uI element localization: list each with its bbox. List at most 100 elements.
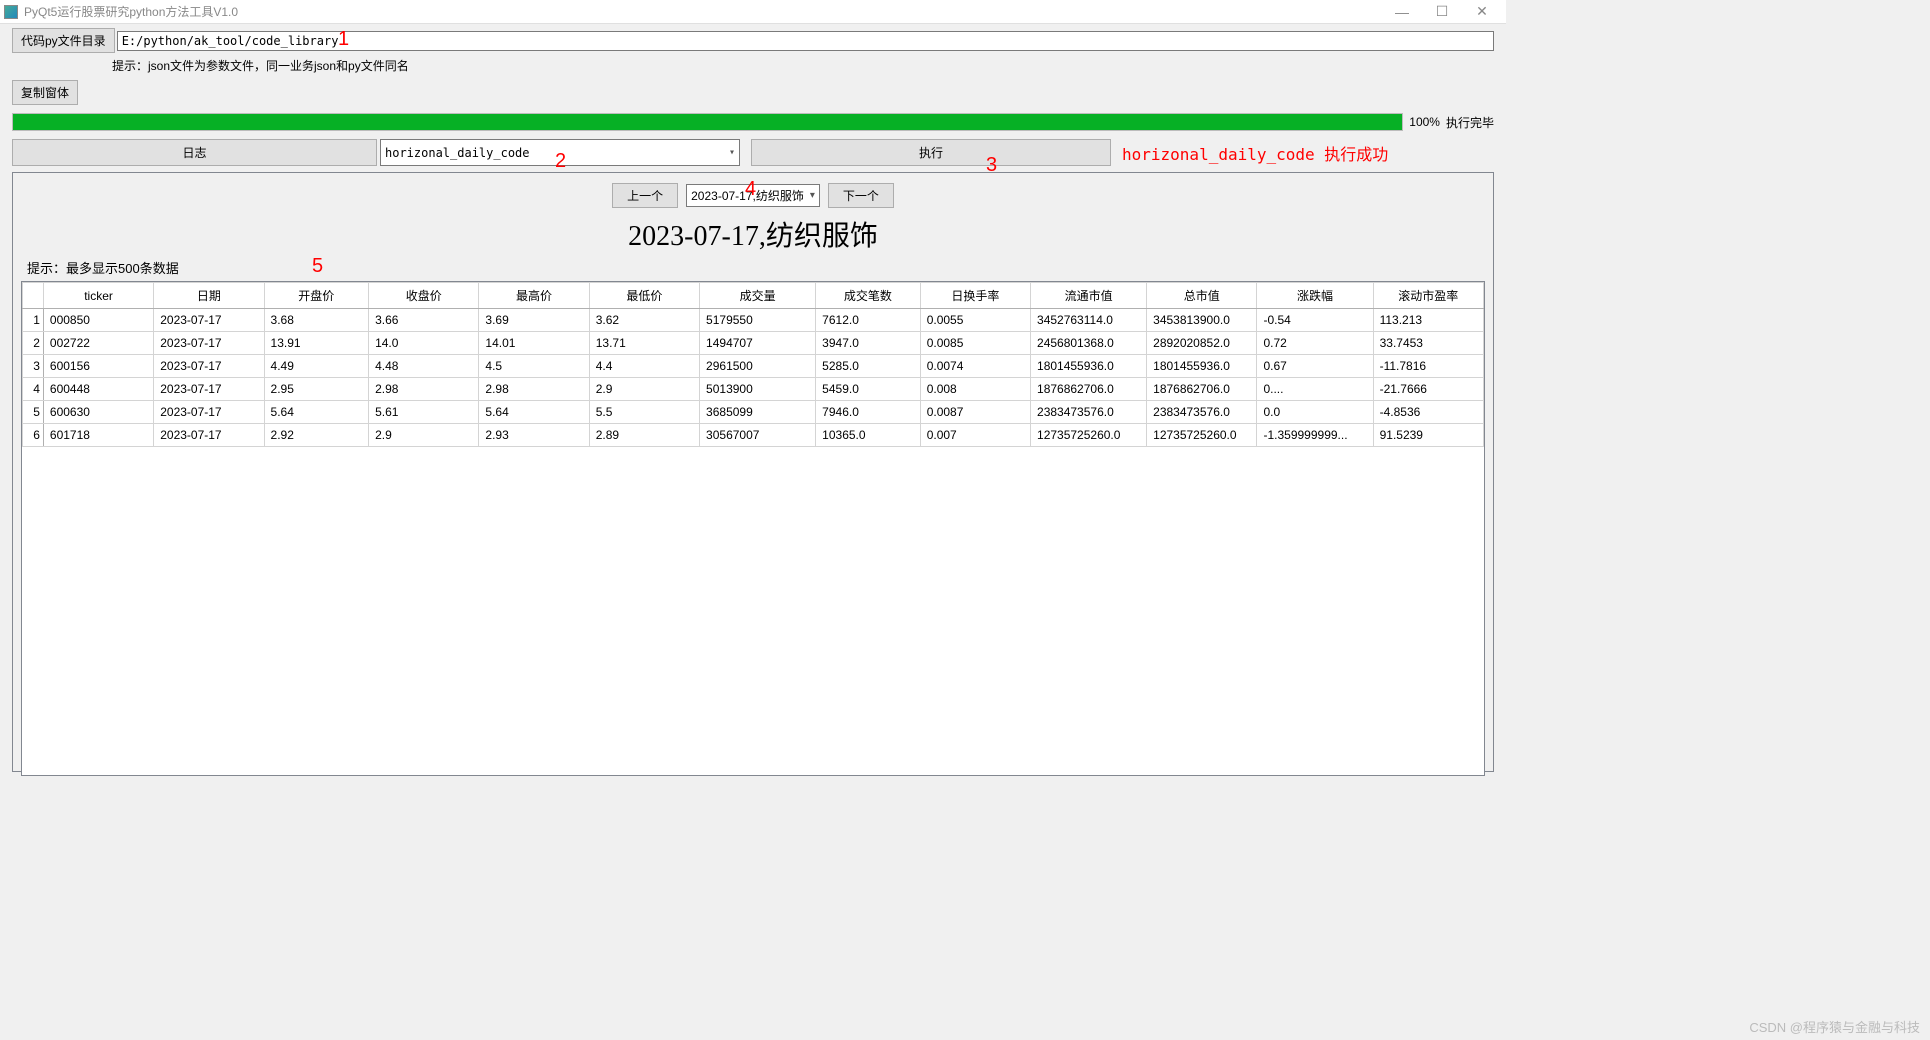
date-combo[interactable]: 2023-07-17,纺织服饰 ▾ <box>686 184 820 207</box>
prev-button[interactable]: 上一个 <box>612 183 678 208</box>
progress-label: 执行完毕 <box>1446 114 1494 131</box>
table-cell: 600156 <box>43 355 153 378</box>
next-button[interactable]: 下一个 <box>828 183 894 208</box>
progress-percent: 100% <box>1409 115 1440 129</box>
table-cell: 0.72 <box>1257 332 1373 355</box>
table-cell: -4.8536 <box>1373 401 1483 424</box>
data-table-wrap[interactable]: ticker日期开盘价收盘价最高价最低价成交量成交笔数日换手率流通市值总市值涨跌… <box>21 281 1485 776</box>
table-cell: 3947.0 <box>816 332 921 355</box>
column-header[interactable]: 收盘价 <box>369 283 479 309</box>
table-cell: 12735725260.0 <box>1147 424 1257 447</box>
table-cell: 000850 <box>43 309 153 332</box>
column-header[interactable]: ticker <box>43 283 153 309</box>
table-cell: 002722 <box>43 332 153 355</box>
table-cell: 0.008 <box>920 378 1030 401</box>
column-header[interactable]: 成交量 <box>700 283 816 309</box>
table-cell: 2.89 <box>589 424 699 447</box>
row-index: 4 <box>23 378 44 401</box>
table-row[interactable]: 36001562023-07-174.494.484.54.4296150052… <box>23 355 1484 378</box>
table-row[interactable]: 20027222023-07-1713.9114.014.0113.711494… <box>23 332 1484 355</box>
table-cell: 1876862706.0 <box>1147 378 1257 401</box>
chevron-down-icon: ▾ <box>810 190 815 201</box>
date-combo-value: 2023-07-17,纺织服饰 <box>691 187 804 204</box>
table-cell: 0.0087 <box>920 401 1030 424</box>
dir-input[interactable] <box>117 31 1494 51</box>
table-cell: 5.64 <box>479 401 589 424</box>
column-header[interactable]: 涨跌幅 <box>1257 283 1373 309</box>
row-index: 3 <box>23 355 44 378</box>
table-cell: 3685099 <box>700 401 816 424</box>
table-cell: 12735725260.0 <box>1031 424 1147 447</box>
table-row[interactable]: 66017182023-07-172.922.92.932.8930567007… <box>23 424 1484 447</box>
table-cell: 2023-07-17 <box>154 401 264 424</box>
table-row[interactable]: 46004482023-07-172.952.982.982.950139005… <box>23 378 1484 401</box>
status-label: horizonal_daily_code 执行成功 <box>1114 139 1494 166</box>
table-cell: 3452763114.0 <box>1031 309 1147 332</box>
table-cell: 2.9 <box>369 424 479 447</box>
minimize-button[interactable]: — <box>1382 1 1422 23</box>
code-combo[interactable]: horizonal_daily_code ▾ <box>380 139 740 166</box>
table-cell: 0.0 <box>1257 401 1373 424</box>
column-header[interactable]: 滚动市盈率 <box>1373 283 1483 309</box>
table-cell: 13.91 <box>264 332 369 355</box>
progress-bar <box>12 113 1403 131</box>
table-cell: 3.62 <box>589 309 699 332</box>
table-cell: 4.4 <box>589 355 699 378</box>
column-header[interactable]: 开盘价 <box>264 283 369 309</box>
log-button[interactable]: 日志 <box>12 139 377 166</box>
column-header[interactable]: 成交笔数 <box>816 283 921 309</box>
execute-button[interactable]: 执行 <box>751 139 1111 166</box>
table-cell: 13.71 <box>589 332 699 355</box>
table-cell: -0.54 <box>1257 309 1373 332</box>
table-cell: 113.213 <box>1373 309 1483 332</box>
table-cell: 2.98 <box>369 378 479 401</box>
column-header[interactable]: 日期 <box>154 283 264 309</box>
row-index: 5 <box>23 401 44 424</box>
column-header[interactable]: 最高价 <box>479 283 589 309</box>
maximize-button[interactable]: ☐ <box>1422 1 1462 23</box>
close-button[interactable]: ✕ <box>1462 1 1502 23</box>
table-cell: 3.66 <box>369 309 479 332</box>
table-cell: 2023-07-17 <box>154 378 264 401</box>
table-cell: 2961500 <box>700 355 816 378</box>
title-bar: PyQt5运行股票研究python方法工具V1.0 — ☐ ✕ <box>0 0 1506 24</box>
column-header[interactable]: 日换手率 <box>920 283 1030 309</box>
table-cell: 5179550 <box>700 309 816 332</box>
row-index: 2 <box>23 332 44 355</box>
table-cell: 0.0074 <box>920 355 1030 378</box>
row-index-header <box>23 283 44 309</box>
table-cell: 0.67 <box>1257 355 1373 378</box>
table-cell: -1.359999999... <box>1257 424 1373 447</box>
table-cell: 14.0 <box>369 332 479 355</box>
chevron-down-icon: ▾ <box>729 147 735 158</box>
table-cell: 91.5239 <box>1373 424 1483 447</box>
table-cell: 5459.0 <box>816 378 921 401</box>
data-table: ticker日期开盘价收盘价最高价最低价成交量成交笔数日换手率流通市值总市值涨跌… <box>22 282 1484 447</box>
hint-label: 提示：json文件为参数文件，同一业务json和py文件同名 <box>112 57 1494 74</box>
table-cell: 33.7453 <box>1373 332 1483 355</box>
app-icon <box>4 5 18 19</box>
table-row[interactable]: 56006302023-07-175.645.615.645.536850997… <box>23 401 1484 424</box>
table-cell: 3453813900.0 <box>1147 309 1257 332</box>
table-cell: 3.69 <box>479 309 589 332</box>
table-cell: 14.01 <box>479 332 589 355</box>
table-cell: 10365.0 <box>816 424 921 447</box>
table-cell: 2.98 <box>479 378 589 401</box>
dir-button[interactable]: 代码py文件目录 <box>12 28 115 53</box>
table-cell: 600448 <box>43 378 153 401</box>
copy-window-button[interactable]: 复制窗体 <box>12 80 78 105</box>
table-cell: 3.68 <box>264 309 369 332</box>
code-combo-value: horizonal_daily_code <box>385 146 729 160</box>
table-cell: 30567007 <box>700 424 816 447</box>
column-header[interactable]: 流通市值 <box>1031 283 1147 309</box>
column-header[interactable]: 总市值 <box>1147 283 1257 309</box>
table-cell: 1494707 <box>700 332 816 355</box>
table-row[interactable]: 10008502023-07-173.683.663.693.625179550… <box>23 309 1484 332</box>
column-header[interactable]: 最低价 <box>589 283 699 309</box>
table-cell: 2023-07-17 <box>154 309 264 332</box>
table-cell: 2023-07-17 <box>154 424 264 447</box>
table-cell: 5.64 <box>264 401 369 424</box>
table-cell: -11.7816 <box>1373 355 1483 378</box>
table-cell: -21.7666 <box>1373 378 1483 401</box>
table-cell: 5285.0 <box>816 355 921 378</box>
